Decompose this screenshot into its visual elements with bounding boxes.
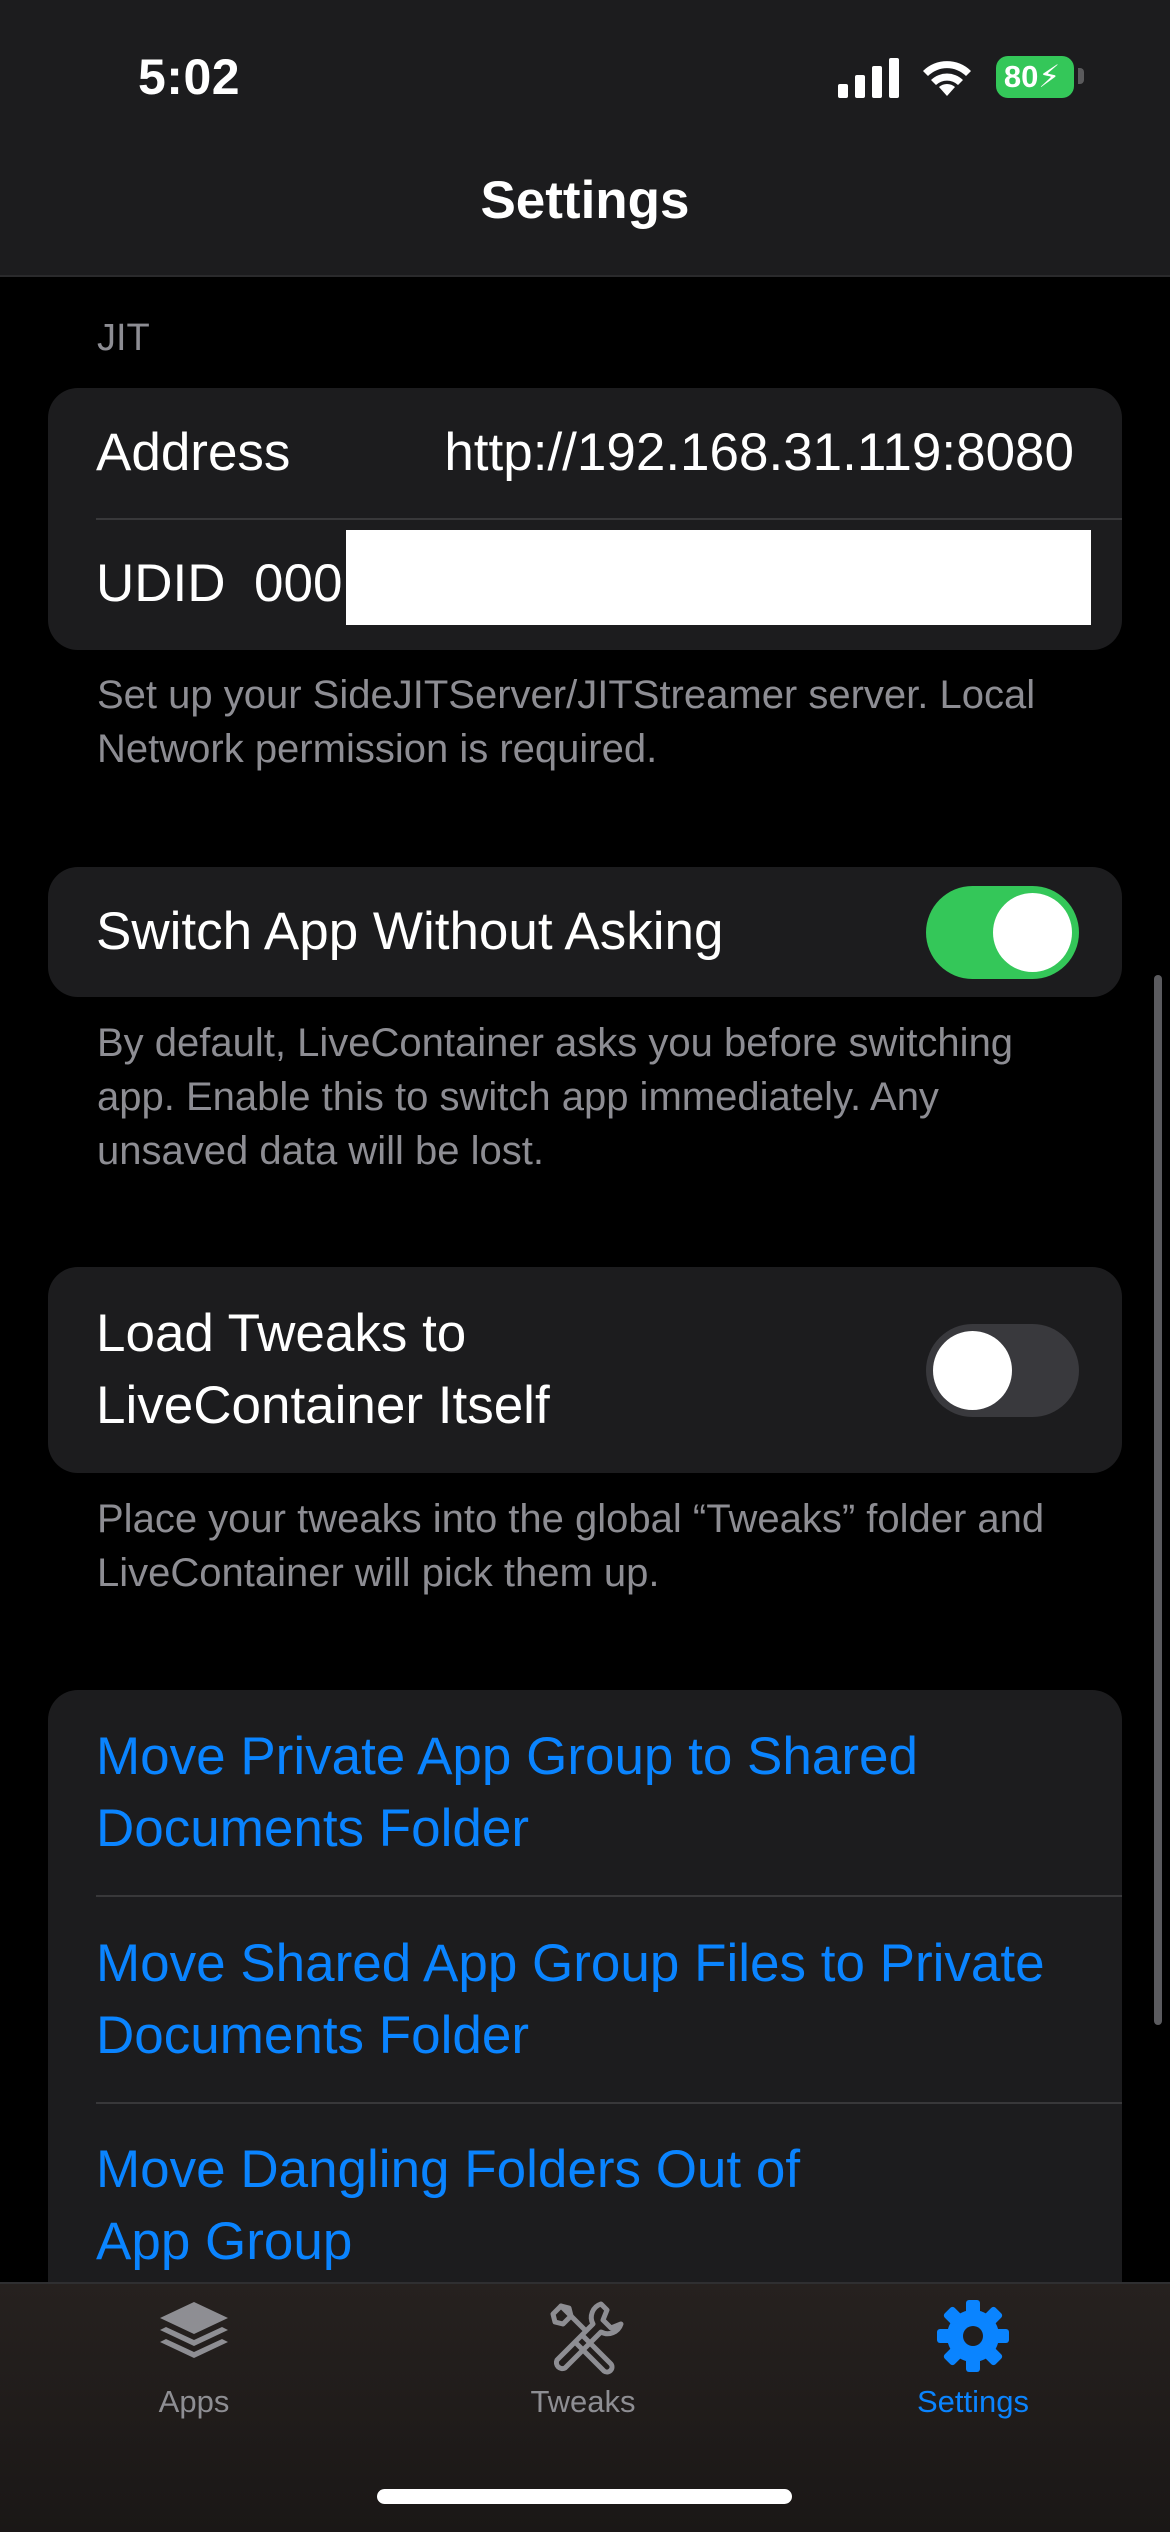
page-title: Settings	[480, 171, 690, 230]
address-field[interactable]: http://192.168.31.119:8080	[444, 417, 1074, 489]
status-icons: 80 ⚡	[838, 54, 1088, 102]
top-bar: 5:02 80 ⚡ Settings	[0, 0, 1170, 277]
address-row[interactable]: Address http://192.168.31.119:8080	[48, 388, 1122, 518]
load-tweaks-footer: Place your tweaks into the global “Tweak…	[97, 1497, 1045, 1595]
tab-settings[interactable]: Settings	[823, 2294, 1123, 2420]
toggle-knob	[933, 1331, 1012, 1410]
charging-bolt-icon: ⚡	[1038, 59, 1061, 94]
settings-screen: 5:02 80 ⚡ Settings JIT Address http://19…	[0, 0, 1170, 2532]
wifi-icon	[923, 61, 971, 96]
redaction-box	[346, 530, 1091, 625]
udid-field[interactable]: 000	[254, 548, 342, 620]
action-move-shared-to-private[interactable]: Move Shared App Group Files to Private D…	[48, 1897, 1122, 2102]
tab-apps[interactable]: Apps	[44, 2294, 344, 2420]
stack-icon	[160, 2302, 228, 2358]
action-label: Move Private App Group to Shared Documen…	[96, 1727, 918, 1858]
load-tweaks-card: Load Tweaks to LiveContainer Itself	[48, 1267, 1122, 1473]
switch-app-card: Switch App Without Asking	[48, 867, 1122, 997]
battery-level: 80	[1003, 59, 1039, 94]
udid-row[interactable]: UDID 000	[48, 520, 1122, 650]
switch-app-label: Switch App Without Asking	[96, 902, 724, 961]
switch-app-toggle[interactable]	[926, 886, 1079, 979]
scrollbar[interactable]	[1154, 975, 1162, 2025]
home-indicator[interactable]	[377, 2489, 792, 2504]
switch-app-footer: By default, LiveContainer asks you befor…	[97, 1021, 1014, 1173]
udid-label: UDID	[96, 554, 226, 613]
action-move-dangling-folders[interactable]: Move Dangling Folders Out of App Group	[48, 2104, 1122, 2282]
jit-card: Address http://192.168.31.119:8080 UDID …	[48, 388, 1122, 650]
status-time: 5:02	[138, 49, 241, 105]
tab-tweaks[interactable]: Tweaks	[433, 2294, 733, 2420]
load-tweaks-toggle[interactable]	[926, 1324, 1079, 1417]
action-label: Move Shared App Group Files to Private D…	[96, 1934, 1045, 2065]
address-label: Address	[96, 423, 291, 482]
settings-list[interactable]: JIT Address http://192.168.31.119:8080 U…	[0, 277, 1170, 2282]
jit-footer: Set up your SideJITServer/JITStreamer se…	[97, 673, 1036, 771]
battery-charging-icon: 80 ⚡	[996, 56, 1074, 98]
toggle-knob	[993, 893, 1072, 972]
tab-label: Apps	[158, 2384, 230, 2419]
load-tweaks-label: Load Tweaks to LiveContainer Itself	[96, 1304, 550, 1435]
tab-label: Tweaks	[530, 2384, 636, 2419]
gear-icon	[937, 2300, 1009, 2372]
action-label: Move Dangling Folders Out of App Group	[96, 2140, 801, 2271]
folder-actions-card: Move Private App Group to Shared Documen…	[48, 1690, 1122, 2282]
signal-icon	[838, 58, 899, 98]
battery-nub	[1078, 68, 1084, 84]
action-move-private-to-shared[interactable]: Move Private App Group to Shared Documen…	[48, 1690, 1122, 1895]
wrench-screwdriver-icon	[550, 2301, 624, 2375]
tab-label: Settings	[916, 2384, 1029, 2419]
section-header-jit: JIT	[97, 317, 150, 359]
